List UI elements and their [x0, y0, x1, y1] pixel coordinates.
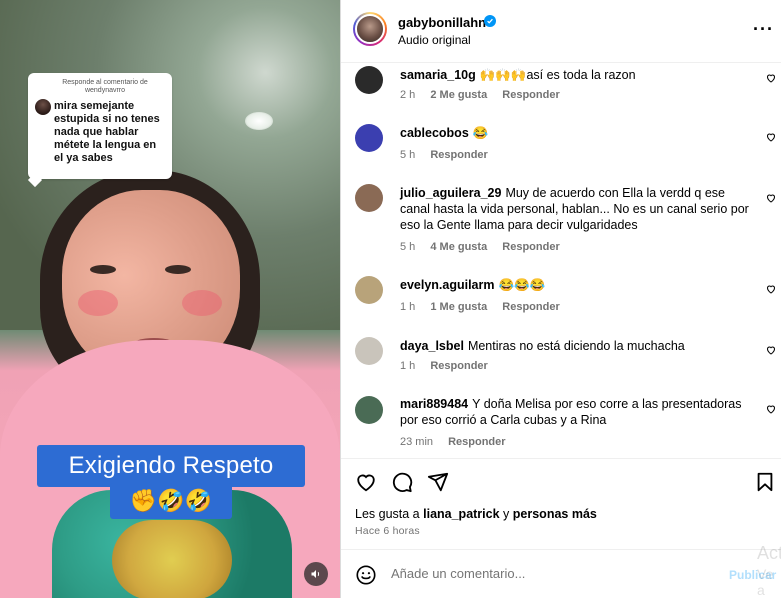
- heart-icon[interactable]: [765, 72, 777, 84]
- person-eye: [165, 265, 191, 274]
- reply-button[interactable]: Responder: [502, 241, 559, 253]
- activate-windows-watermark-sub: Ve a: [757, 566, 774, 598]
- author-username[interactable]: gabybonillahn: [398, 15, 486, 30]
- comment-bubble-icon[interactable]: [391, 471, 413, 493]
- add-comment-bar: Publicar: [341, 549, 781, 597]
- comment-meta: 1 h Responder: [400, 360, 500, 372]
- comment-meta: 5 h 4 Me gusta Responder: [400, 241, 572, 253]
- bookmark-icon[interactable]: [754, 471, 776, 493]
- comment-time: 2 h: [400, 89, 416, 101]
- heart-icon[interactable]: [765, 344, 777, 356]
- comment-meta: 5 h Responder: [400, 149, 500, 161]
- comment-avatar[interactable]: [355, 184, 383, 212]
- comment-avatar[interactable]: [355, 276, 383, 304]
- comment-body: cablecobos 😂: [400, 125, 752, 141]
- comment-username[interactable]: daya_lsbel: [400, 339, 464, 353]
- comment-body: evelyn.aguilarm 😂😂😂: [400, 277, 752, 293]
- post-header: gabybonillahn Audio original ···: [341, 0, 781, 63]
- comment-meta: 23 min Responder: [400, 436, 518, 448]
- person-cheek: [182, 290, 222, 316]
- speaker-icon: [311, 570, 320, 578]
- ceiling-light: [245, 112, 273, 130]
- verified-badge-icon: [484, 15, 496, 27]
- reply-button[interactable]: Responder: [430, 360, 487, 372]
- emoji-icon[interactable]: [355, 564, 377, 586]
- comment-body: daya_lsbel Mentiras no está diciendo la m…: [400, 338, 752, 354]
- post-panel: gabybonillahn Audio original ··· samaria…: [340, 0, 781, 598]
- comment-username[interactable]: cablecobos: [400, 126, 469, 140]
- comment-username[interactable]: mari889484: [400, 397, 468, 411]
- comment-input[interactable]: [391, 566, 691, 581]
- post-timestamp: Hace 6 horas: [355, 525, 420, 537]
- activate-windows-watermark: Act: [757, 543, 781, 563]
- commenter-avatar: [35, 99, 51, 115]
- comment-time: 23 min: [400, 436, 434, 448]
- comment-time: 1 h: [400, 360, 416, 372]
- comment-time: 5 h: [400, 241, 416, 253]
- more-options-button[interactable]: ···: [753, 20, 774, 38]
- reply-button[interactable]: Responder: [448, 436, 505, 448]
- likes-username[interactable]: liana_patrick: [423, 507, 499, 521]
- comment-avatar[interactable]: [355, 337, 383, 365]
- likes-others[interactable]: personas más: [513, 507, 597, 521]
- reply-comment-sticker: Responde al comentario de wendynavrro mi…: [28, 73, 172, 179]
- heart-icon[interactable]: [765, 192, 777, 204]
- comment-text: 😂😂😂: [498, 278, 546, 292]
- comment-body: julio_aguilera_29 Muy de acuerdo con Ella…: [400, 185, 752, 233]
- comments-list: samaria_10g 🙌🙌🙌así es toda la razon 2 h 2…: [341, 63, 781, 458]
- likes-connector: y: [503, 507, 510, 521]
- comment-body: samaria_10g 🙌🙌🙌así es toda la razon: [400, 67, 752, 83]
- comment-text: Mentiras no está diciendo la muchacha: [467, 339, 685, 353]
- like-heart-icon[interactable]: [355, 471, 377, 493]
- heart-icon[interactable]: [765, 403, 777, 415]
- author-avatar[interactable]: [353, 12, 387, 46]
- mute-button[interactable]: [304, 562, 328, 586]
- likes-prefix: Les gusta a: [355, 507, 420, 521]
- comment-username[interactable]: samaria_10g: [400, 68, 476, 82]
- comment-text: 🙌🙌🙌así es toda la razon: [479, 68, 636, 82]
- reply-label: Responde al comentario de wendynavrro: [62, 79, 148, 94]
- likes-summary[interactable]: Les gusta a liana_patrick y personas más: [355, 507, 597, 521]
- reply-comment-text: mira semejante estupida si no tenes nada…: [54, 100, 160, 164]
- comment-username[interactable]: evelyn.aguilarm: [400, 278, 495, 292]
- heart-icon[interactable]: [765, 283, 777, 295]
- heart-icon[interactable]: [765, 131, 777, 143]
- comment-likes[interactable]: 4 Me gusta: [430, 241, 487, 253]
- post-actions: Les gusta a liana_patrick y personas más…: [341, 458, 781, 596]
- person-cheek: [78, 290, 118, 316]
- shirt-print-center: [112, 520, 232, 598]
- comment-time: 1 h: [400, 301, 416, 313]
- video-player[interactable]: Responde al comentario de wendynavrro mi…: [0, 0, 340, 598]
- audio-label[interactable]: Audio original: [398, 33, 471, 47]
- share-send-icon[interactable]: [427, 471, 449, 493]
- comment-likes[interactable]: 2 Me gusta: [430, 89, 487, 101]
- comment-meta: 1 h 1 Me gusta Responder: [400, 301, 572, 313]
- reply-button[interactable]: Responder: [502, 89, 559, 101]
- video-caption-emojis: ✊🤣🤣: [110, 483, 232, 519]
- reply-button[interactable]: Responder: [502, 301, 559, 313]
- comment-avatar[interactable]: [355, 396, 383, 424]
- comment-meta: 2 h 2 Me gusta Responder: [400, 89, 572, 101]
- video-caption: Exigiendo Respeto: [37, 445, 305, 487]
- comment-likes[interactable]: 1 Me gusta: [430, 301, 487, 313]
- comment-body: mari889484 Y doña Melisa por eso corre a …: [400, 396, 752, 428]
- comment-avatar[interactable]: [355, 124, 383, 152]
- comment-text: 😂: [472, 126, 489, 140]
- person-eye: [90, 265, 116, 274]
- comment-time: 5 h: [400, 149, 416, 161]
- comment-avatar[interactable]: [355, 66, 383, 94]
- comment-username[interactable]: julio_aguilera_29: [400, 186, 501, 200]
- reply-button[interactable]: Responder: [430, 149, 487, 161]
